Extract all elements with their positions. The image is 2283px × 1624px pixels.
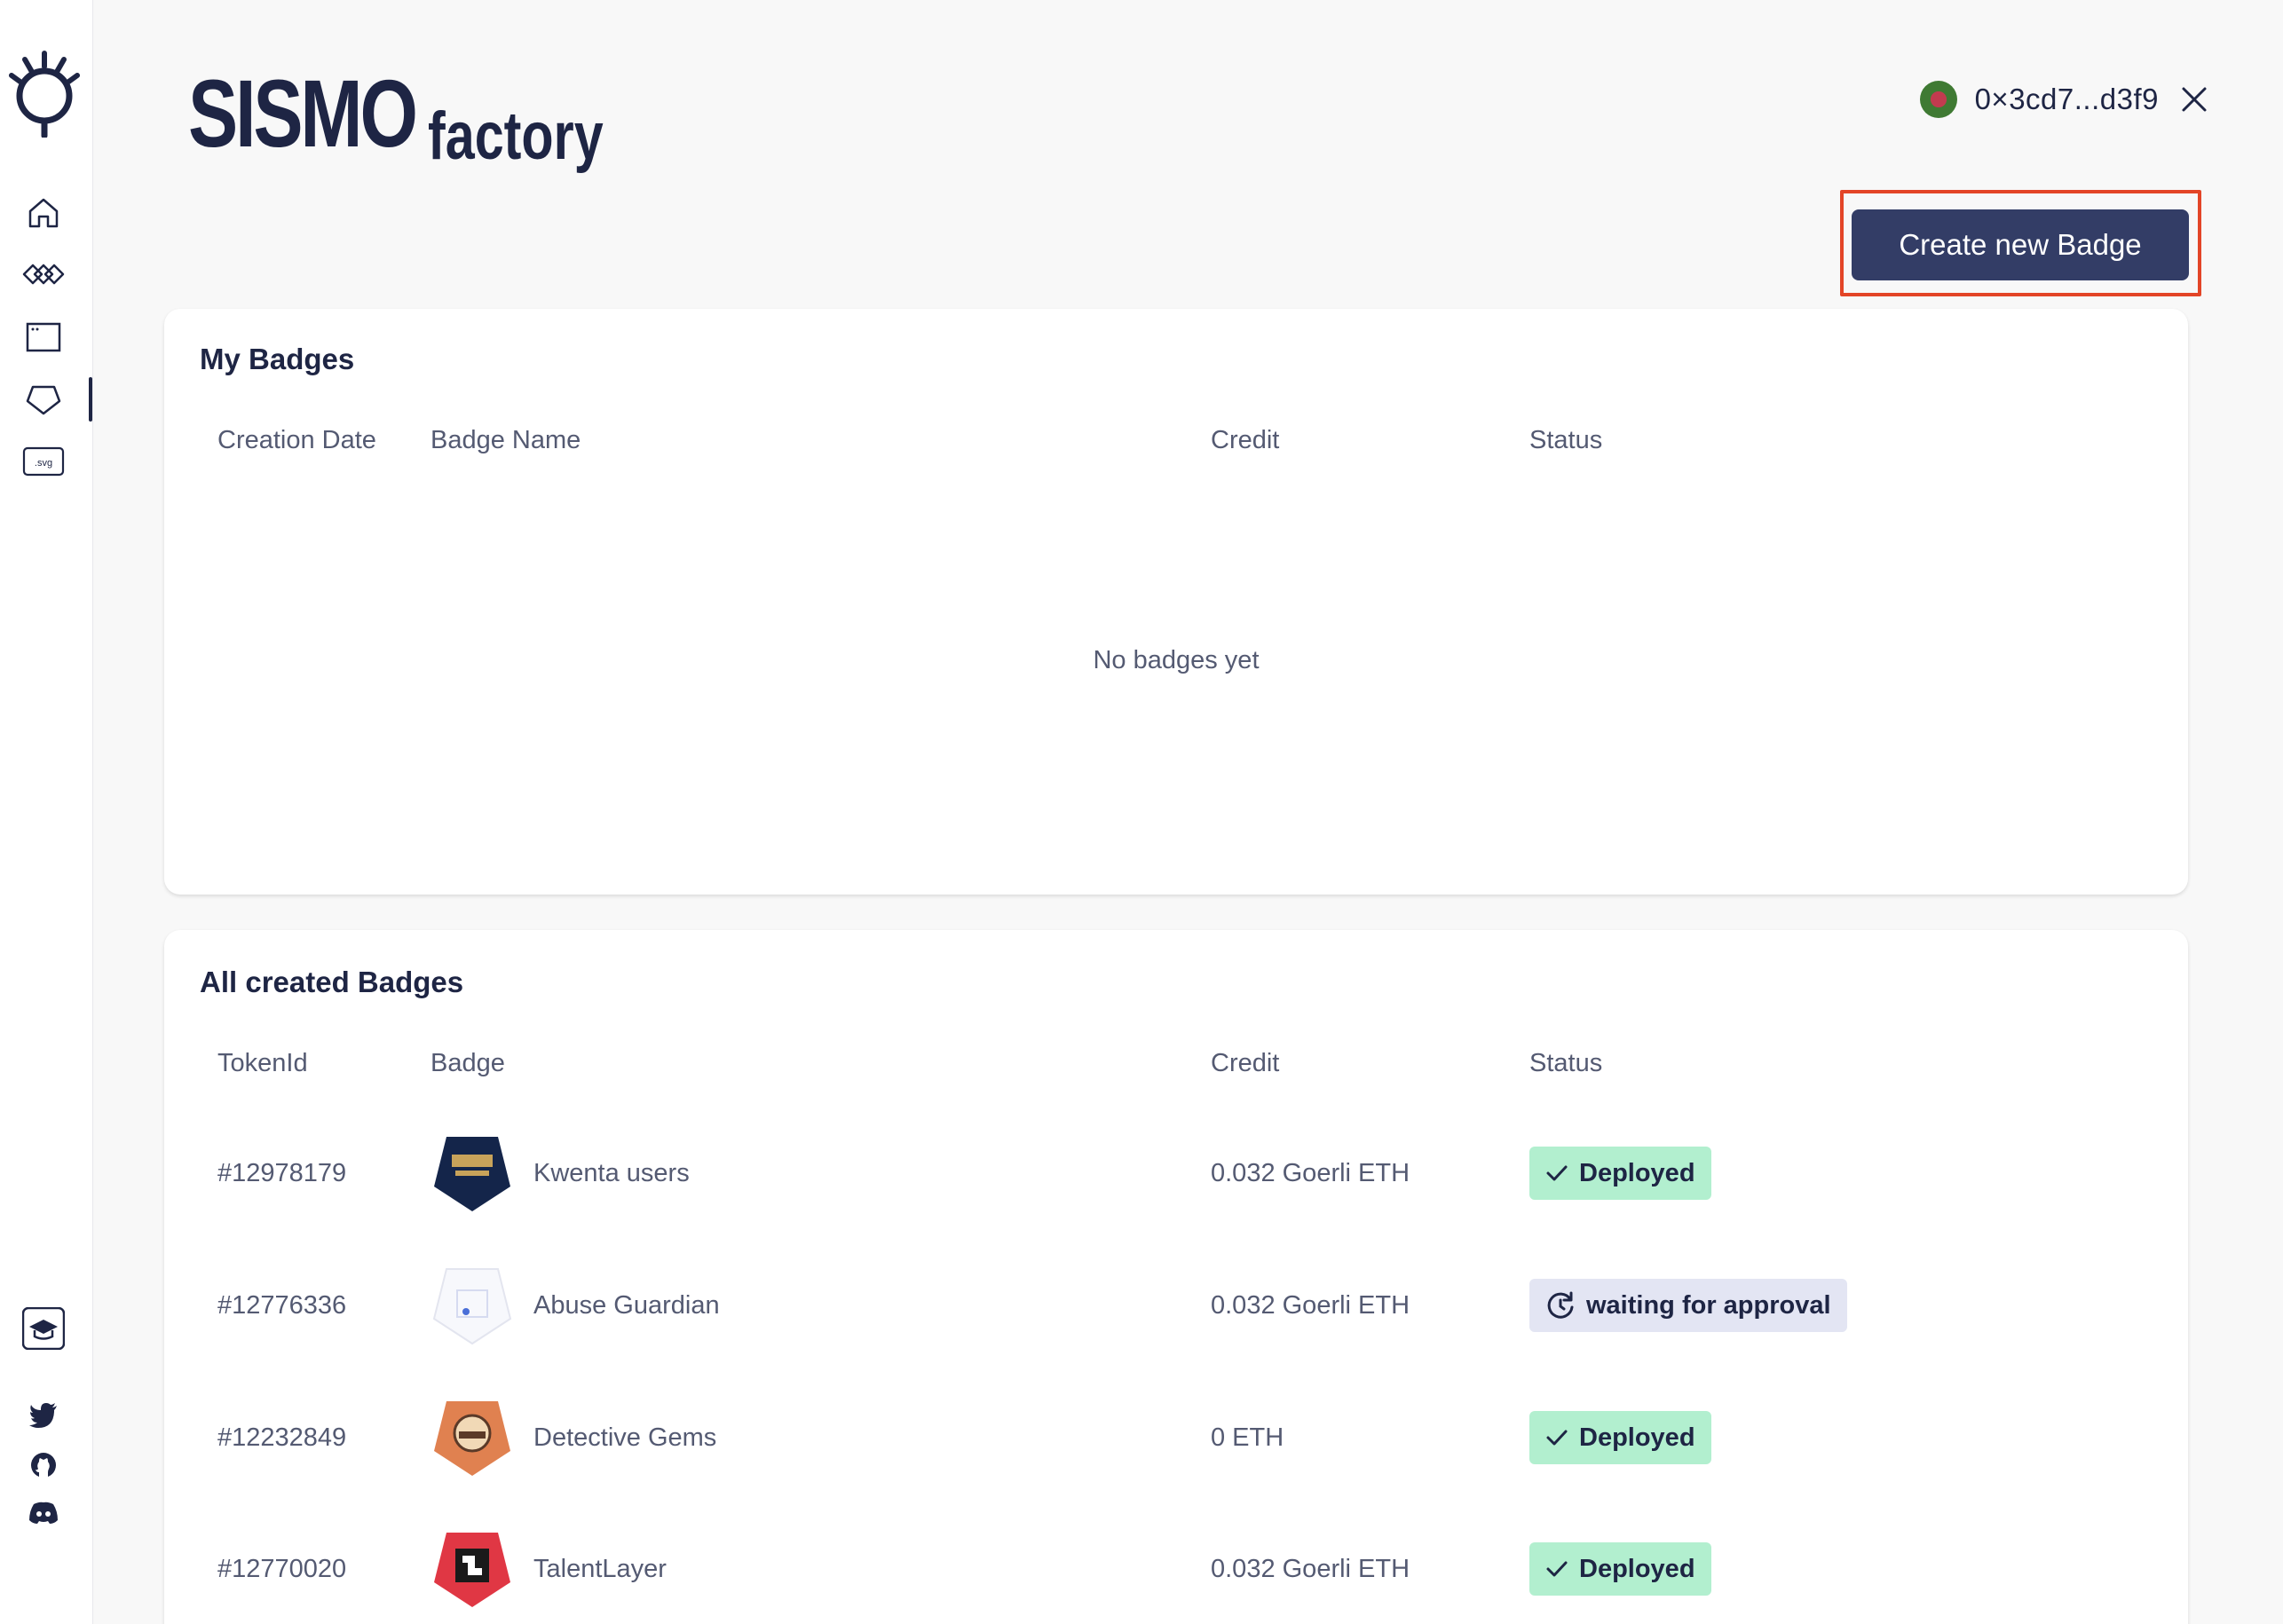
badge-cell: Abuse Guardian bbox=[431, 1261, 720, 1350]
status-badge: Deployed bbox=[1529, 1411, 1711, 1464]
brand-main-text: SISMO bbox=[188, 59, 418, 167]
token-id: #12232849 bbox=[217, 1423, 347, 1452]
status-label: Deployed bbox=[1579, 1423, 1695, 1452]
column-header-badge-name: Badge Name bbox=[431, 426, 581, 454]
home-icon[interactable] bbox=[21, 191, 66, 235]
check-icon bbox=[1546, 1561, 1568, 1577]
refresh-clock-icon bbox=[1547, 1291, 1574, 1319]
twitter-icon[interactable] bbox=[21, 1393, 66, 1438]
status-badge: waiting for approval bbox=[1529, 1279, 1847, 1332]
badge-cell: Detective Gems bbox=[431, 1393, 716, 1482]
credit-value: 0.032 Goerli ETH bbox=[1211, 1554, 1410, 1583]
window-icon[interactable] bbox=[21, 315, 66, 359]
check-icon bbox=[1546, 1430, 1568, 1446]
table-row[interactable]: #12978179 Kwenta users 0.032 Goerli ETH … bbox=[164, 1129, 2188, 1218]
active-indicator bbox=[89, 377, 92, 422]
github-icon[interactable] bbox=[21, 1443, 66, 1487]
my-badges-card: My Badges Creation Date Badge Name Credi… bbox=[164, 309, 2188, 895]
status-cell: Deployed bbox=[1529, 1393, 1711, 1482]
all-badges-title: All created Badges bbox=[200, 966, 464, 998]
status-cell: waiting for approval bbox=[1529, 1261, 1847, 1350]
badge-thumbnail bbox=[434, 1401, 510, 1476]
credit-value: 0.032 Goerli ETH bbox=[1211, 1290, 1410, 1320]
credit-value: 0 ETH bbox=[1211, 1423, 1284, 1452]
table-row[interactable]: #12776336 Abuse Guardian 0.032 Goerli ET… bbox=[164, 1261, 2188, 1350]
create-new-badge-button[interactable]: Create new Badge bbox=[1852, 209, 2189, 280]
svg-file-label: .svg bbox=[35, 458, 52, 469]
token-id: #12770020 bbox=[217, 1554, 347, 1583]
table-row[interactable]: #12770020 TalentLayer 0.032 Goerli ETH D… bbox=[164, 1525, 2188, 1613]
badge-cell: Kwenta users bbox=[431, 1129, 690, 1218]
token-id: #12776336 bbox=[217, 1290, 347, 1320]
wallet-connection: 0×3cd7...d3f9 bbox=[1919, 78, 2212, 121]
column-header-creation-date: Creation Date bbox=[217, 426, 376, 454]
empty-state-text: No badges yet bbox=[1093, 646, 1260, 674]
status-label: Deployed bbox=[1579, 1554, 1695, 1583]
svg-file-icon[interactable]: .svg bbox=[21, 439, 66, 484]
badge-name: TalentLayer bbox=[533, 1554, 667, 1583]
status-cell: Deployed bbox=[1529, 1525, 1711, 1613]
chain-icon[interactable] bbox=[21, 252, 66, 296]
status-badge: Deployed bbox=[1529, 1542, 1711, 1596]
badge-name: Abuse Guardian bbox=[533, 1290, 720, 1320]
column-header-badge: Badge bbox=[431, 1049, 505, 1077]
status-cell: Deployed bbox=[1529, 1129, 1711, 1218]
badge-thumbnail bbox=[434, 1137, 510, 1211]
badge-name: Detective Gems bbox=[533, 1423, 717, 1452]
status-label: waiting for approval bbox=[1586, 1290, 1831, 1320]
avatar bbox=[1919, 81, 1957, 118]
app-brand: SISMO factory bbox=[188, 55, 652, 170]
brand-sub-text: factory bbox=[428, 99, 604, 174]
status-badge: Deployed bbox=[1529, 1147, 1711, 1200]
close-icon[interactable] bbox=[2176, 82, 2212, 117]
column-header-credit: Credit bbox=[1211, 1049, 1280, 1077]
graduation-cap-icon[interactable] bbox=[21, 1306, 66, 1351]
check-icon bbox=[1546, 1165, 1568, 1181]
wallet-address[interactable]: 0×3cd7...d3f9 bbox=[1975, 83, 2159, 116]
token-id: #12978179 bbox=[217, 1158, 347, 1187]
all-badges-card: All created Badges TokenId Badge Credit … bbox=[164, 930, 2188, 1624]
sismo-logo-icon[interactable] bbox=[9, 49, 80, 139]
discord-icon[interactable] bbox=[21, 1491, 66, 1535]
column-header-status: Status bbox=[1529, 426, 1603, 454]
my-badges-title: My Badges bbox=[200, 343, 355, 375]
credit-value: 0.032 Goerli ETH bbox=[1211, 1158, 1410, 1187]
column-header-status: Status bbox=[1529, 1049, 1603, 1077]
sidebar: .svg bbox=[0, 0, 93, 1624]
column-header-token-id: TokenId bbox=[217, 1049, 308, 1077]
badge-thumbnail bbox=[432, 1268, 512, 1345]
status-label: Deployed bbox=[1579, 1158, 1695, 1187]
badge-icon[interactable] bbox=[21, 377, 66, 422]
table-row[interactable]: #12232849 Detective Gems 0 ETH Deployed bbox=[164, 1393, 2188, 1482]
badge-cell: TalentLayer bbox=[431, 1525, 667, 1613]
column-header-credit: Credit bbox=[1211, 426, 1280, 454]
badge-thumbnail bbox=[434, 1533, 510, 1607]
badge-name: Kwenta users bbox=[533, 1158, 690, 1187]
